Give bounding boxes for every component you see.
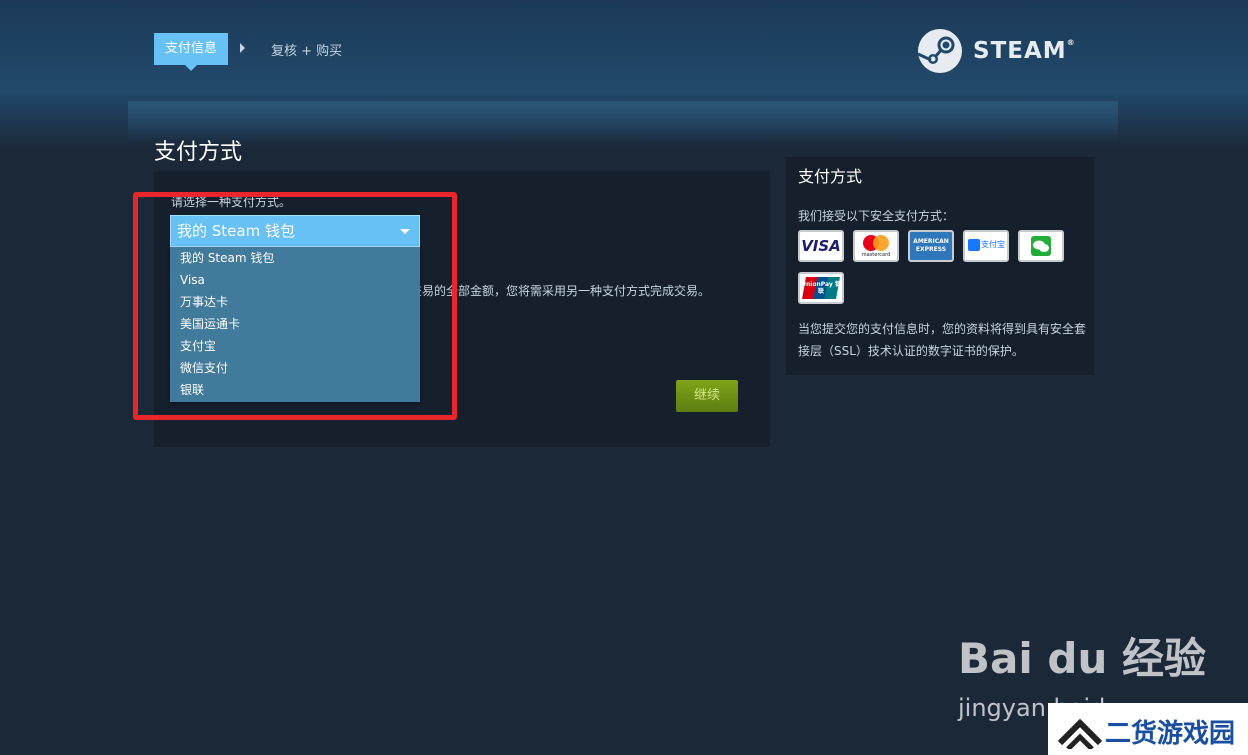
breadcrumb-step-payment-info[interactable]: 支付信息 [154, 33, 228, 71]
accepted-methods-title: 支付方式 [798, 167, 863, 186]
site-watermark-text: 二货游戏园 [1105, 719, 1236, 749]
accepted-methods-text: 我们接受以下安全支付方式： [798, 209, 955, 223]
breadcrumb-arrow-icon [240, 43, 245, 53]
header-band [0, 0, 1248, 150]
steam-logo-icon [917, 29, 962, 73]
continue-button[interactable]: 继续 [676, 380, 738, 412]
wechat-bubbles-icon [1031, 236, 1051, 256]
mastercard-icon: mastercard [853, 230, 899, 262]
breadcrumb-step-review-purchase[interactable]: 复核 + 购买 [271, 40, 342, 59]
mastercard-circles [863, 235, 889, 251]
alipay-icon: 支付宝 [963, 230, 1009, 262]
amex-icon: AMERICAN EXPRESS [908, 230, 954, 262]
baidu-watermark: Bai du 经验 [958, 634, 1206, 683]
header-divider [128, 101, 1118, 141]
unionpay-icon: UnionPay 银联 [798, 272, 844, 304]
visa-card-icon: VISA [798, 230, 844, 262]
site-watermark: 二货游戏园 [1048, 703, 1248, 755]
chevron-up-logo-icon [1057, 718, 1103, 749]
wechat-pay-icon [1018, 230, 1064, 262]
highlight-annotation-box [133, 192, 457, 420]
steam-logo-text: STEAM® [973, 38, 1076, 64]
ssl-security-text: 当您提交您的支付信息时，您的资料将得到具有安全套接层（SSL）技术认证的数字证书… [798, 322, 1087, 358]
page-title: 支付方式 [154, 140, 243, 165]
